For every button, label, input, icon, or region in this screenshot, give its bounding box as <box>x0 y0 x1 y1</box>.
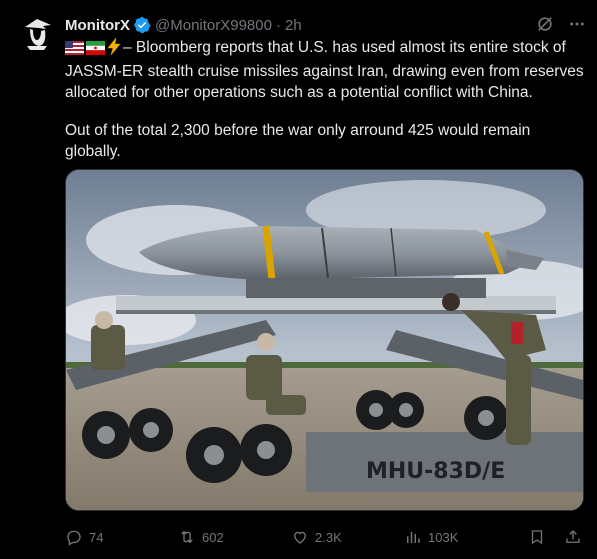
like-icon <box>294 531 306 544</box>
like-count: 2.3K <box>315 529 342 545</box>
like-button[interactable]: 2.3K <box>291 528 404 546</box>
bookmark-button[interactable] <box>528 528 546 546</box>
more-icon[interactable] <box>567 14 587 34</box>
missile-photo: MHU-83D/E <box>66 170 583 510</box>
tweet-media-image[interactable]: MHU-83D/E <box>65 169 584 511</box>
share-button[interactable] <box>564 528 582 546</box>
repost-count: 602 <box>202 529 224 545</box>
bookmark-icon <box>531 530 543 545</box>
tweet[interactable]: MonitorX @MonitorX99800 · 2h – Bloomberg… <box>0 0 597 559</box>
view-count: 103K <box>428 529 459 545</box>
grok-icon[interactable] <box>535 14 555 34</box>
display-name[interactable]: MonitorX <box>65 17 130 34</box>
lightning-icon <box>107 36 121 61</box>
user-handle[interactable]: @MonitorX99800 <box>155 17 272 34</box>
avatar[interactable] <box>17 13 57 53</box>
views-icon <box>407 531 420 543</box>
tweet-paragraph-1: – Bloomberg reports that U.S. has used a… <box>65 36 585 103</box>
tweet-actions: 74 602 2.3K 103K <box>65 527 582 547</box>
reply-icon <box>67 530 81 546</box>
tweet-paragraph-1-text: – Bloomberg reports that U.S. has used a… <box>65 39 584 101</box>
share-icon <box>566 530 580 543</box>
repost-icon <box>181 530 193 544</box>
separator-dot: · <box>275 16 281 34</box>
tweet-header: MonitorX @MonitorX99800 · 2h <box>65 14 587 36</box>
tweet-text: – Bloomberg reports that U.S. has used a… <box>65 36 585 162</box>
iran-flag-icon <box>86 40 105 61</box>
repost-button[interactable]: 602 <box>178 528 291 546</box>
cart-marking: MHU-83D/E <box>366 459 505 484</box>
views-button[interactable]: 103K <box>404 528 517 546</box>
reply-count: 74 <box>89 529 104 545</box>
us-flag-icon <box>65 40 84 61</box>
avatar-logo-icon <box>17 13 57 53</box>
reply-button[interactable]: 74 <box>65 528 178 546</box>
timestamp[interactable]: 2h <box>285 17 302 34</box>
tweet-paragraph-2: Out of the total 2,300 before the war on… <box>65 122 531 160</box>
verified-icon <box>133 16 151 34</box>
